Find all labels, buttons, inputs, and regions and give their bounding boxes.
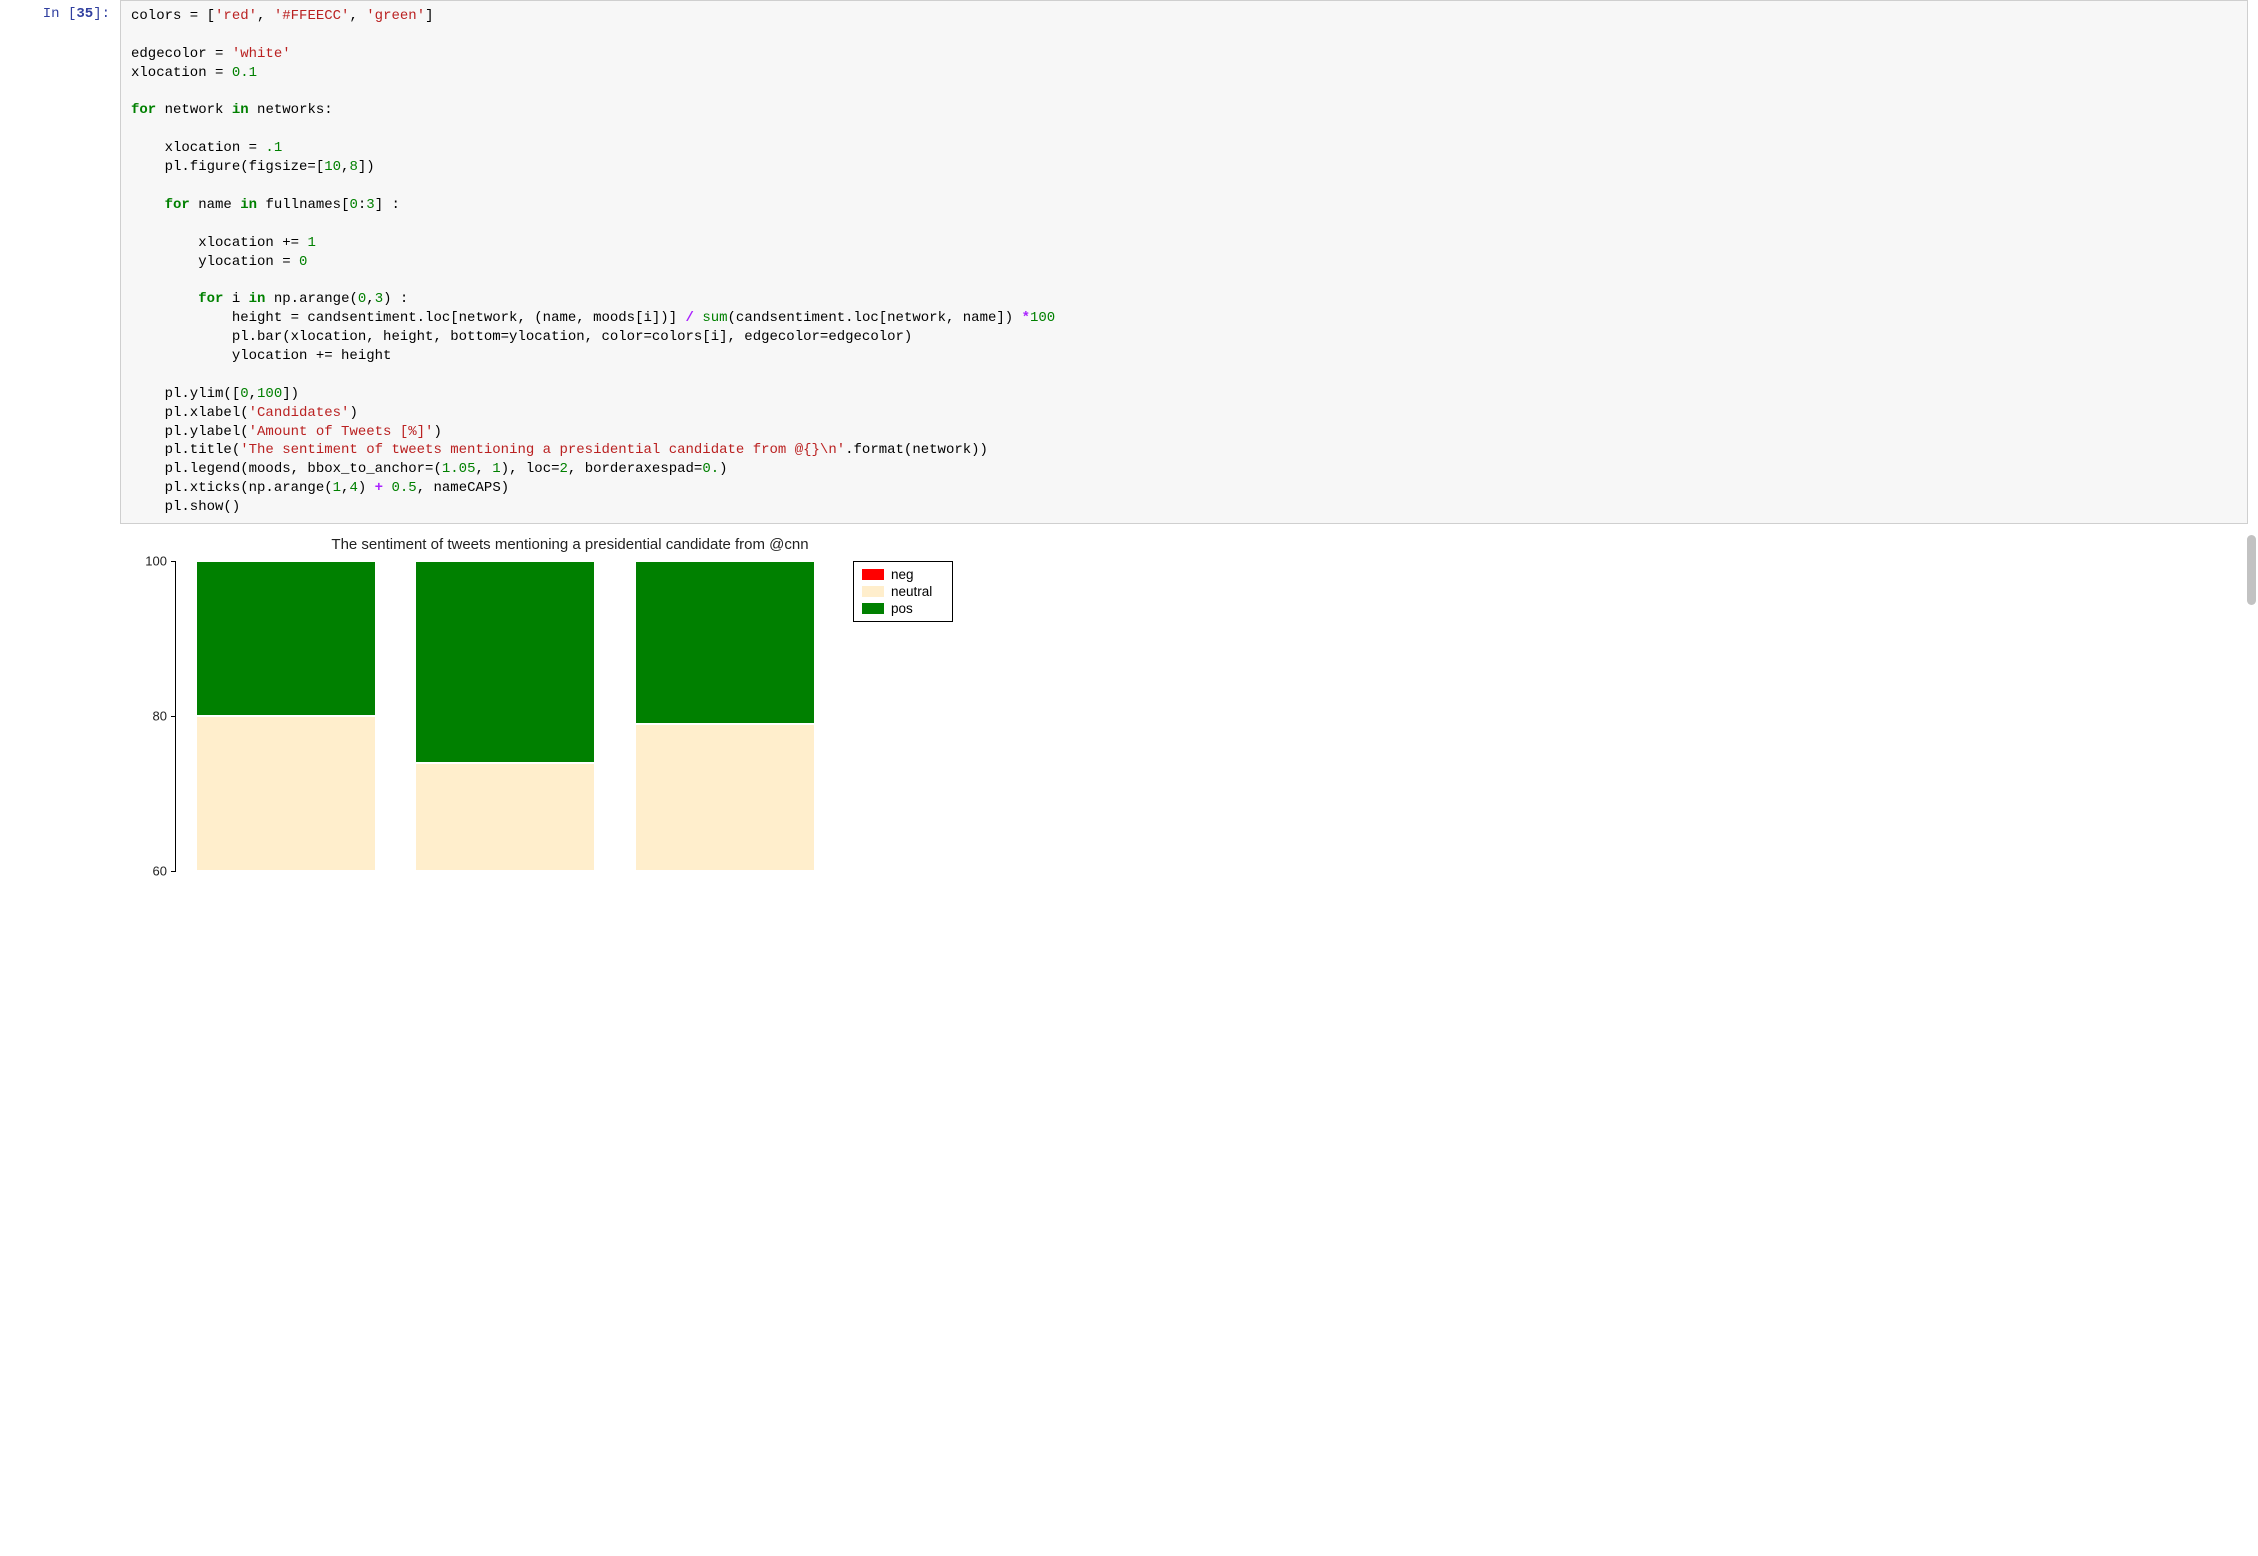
y-tick-80: 80 <box>153 709 167 724</box>
code-input-area[interactable]: colors = ['red', '#FFEECC', 'green'] edg… <box>120 0 2248 524</box>
prompt-close: ]: <box>93 6 110 22</box>
bars-container <box>176 561 835 871</box>
bar-segment-neutral <box>635 724 815 871</box>
bar-segment-pos <box>415 561 595 763</box>
legend-label-neg: neg <box>891 567 914 582</box>
output-cell: unt of Tweets [%] The sentiment of tweet… <box>0 524 2258 871</box>
output-content: The sentiment of tweets mentioning a pre… <box>120 532 2258 871</box>
bar-segment-neutral <box>196 716 376 871</box>
legend-item-neutral: neutral <box>862 583 942 600</box>
chart-title: The sentiment of tweets mentioning a pre… <box>120 536 1380 553</box>
legend-swatch-pos <box>862 603 884 614</box>
bar-column <box>635 561 815 871</box>
bar-column <box>196 561 376 871</box>
legend-swatch-neg <box>862 569 884 580</box>
prompt-number: 35 <box>76 6 93 22</box>
legend-swatch-neutral <box>862 586 884 597</box>
y-axis: 100 80 60 <box>120 561 175 871</box>
legend-label-neutral: neutral <box>891 584 932 599</box>
legend-item-pos: pos <box>862 600 942 617</box>
bar-segment-pos <box>196 561 376 716</box>
plot-area <box>175 561 835 871</box>
legend-label-pos: pos <box>891 601 913 616</box>
y-tick-100: 100 <box>145 554 167 569</box>
bar-column <box>415 561 595 871</box>
chart-legend: neg neutral pos <box>853 561 953 622</box>
bar-segment-neutral <box>415 763 595 872</box>
output-prompt-gutter: unt of Tweets [%] <box>0 532 120 871</box>
output-scrollbar[interactable] <box>2247 535 2256 605</box>
bar-segment-pos <box>635 561 815 724</box>
input-prompt: In [35]: <box>0 0 120 524</box>
legend-item-neg: neg <box>862 566 942 583</box>
code-content[interactable]: colors = ['red', '#FFEECC', 'green'] edg… <box>131 7 2237 517</box>
prompt-in-text: In [ <box>43 6 77 22</box>
chart-figure: The sentiment of tweets mentioning a pre… <box>120 536 1380 871</box>
code-cell: In [35]: colors = ['red', '#FFEECC', 'gr… <box>0 0 2258 524</box>
y-tick-60: 60 <box>153 864 167 879</box>
